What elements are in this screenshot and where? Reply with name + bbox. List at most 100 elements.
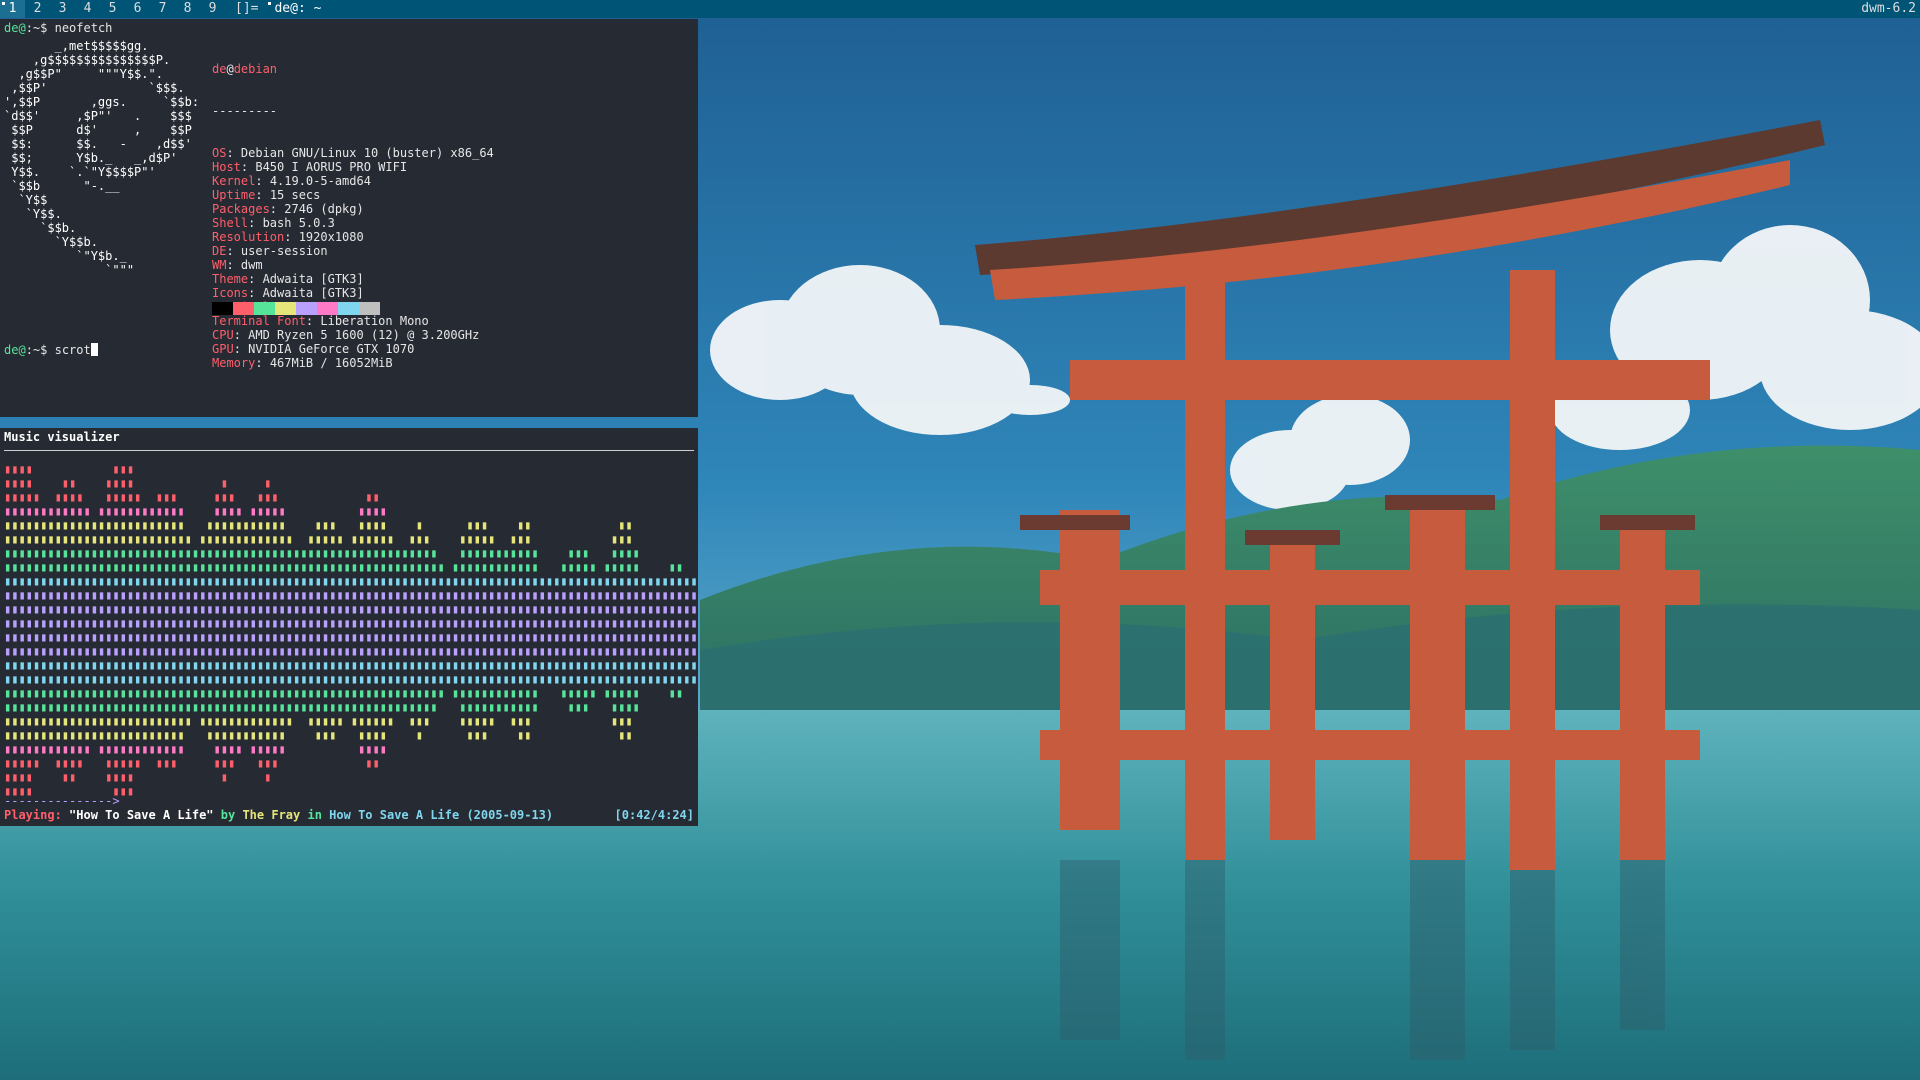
progress-arrow: --------------->: [4, 794, 120, 808]
info-row: Resolution: 1920x1080: [212, 230, 494, 244]
tag-1[interactable]: 1: [0, 0, 25, 18]
info-value: dwm: [240, 258, 263, 272]
info-key: DE: [212, 244, 227, 258]
spectrum-row: ▮▮▮▮▮▮▮▮▮▮▮▮▮▮▮▮▮▮▮▮▮▮▮▮▮▮▮▮▮▮▮▮▮▮▮▮▮▮▮▮…: [4, 672, 698, 686]
color-swatch: [359, 302, 380, 315]
info-key: Theme: [212, 272, 249, 286]
spectrum-row: ▮▮▮▮▮▮▮▮▮▮▮▮▮▮▮▮▮▮▮▮▮▮▮▮▮▮▮▮▮▮▮▮▮▮▮▮▮▮▮▮…: [4, 546, 698, 560]
prompt-user: de@: [4, 21, 26, 35]
terminal-music-visualizer[interactable]: Music visualizer ▮▮▮▮ ▮▮▮ ▮▮▮▮ ▮▮ ▮▮▮▮ ▮…: [0, 428, 698, 826]
header-user: de: [212, 62, 227, 76]
ascii-logo-line: $$: $$. - ,d$$': [4, 137, 192, 151]
spectrum-row: ▮▮▮▮▮▮▮▮▮▮▮▮▮▮▮▮▮▮▮▮▮▮▮▮▮▮▮▮▮▮▮▮▮▮▮▮▮▮▮▮…: [4, 588, 698, 602]
ascii-logo-line: $$P d$' , $$P: [4, 123, 192, 137]
info-key: Shell: [212, 216, 249, 230]
status-text: dwm-6.2: [1861, 1, 1916, 16]
info-value: Liberation Mono: [320, 314, 429, 328]
color-swatch: [233, 302, 254, 315]
spectrum-row: ▮▮▮▮▮▮▮▮▮▮▮▮▮▮▮▮▮▮▮▮▮▮▮▮▮▮▮▮▮▮▮▮▮▮▮▮▮▮▮▮…: [4, 560, 698, 574]
info-row: DE: user-session: [212, 244, 494, 258]
info-value: 15 secs: [269, 188, 321, 202]
spectrum-row: ▮▮▮▮▮▮▮▮▮▮▮▮▮▮▮▮▮▮▮▮▮▮▮▮▮ ▮▮▮▮▮▮▮▮▮▮▮ ▮▮…: [4, 728, 698, 742]
color-swatch: [296, 302, 317, 315]
prompt-path: :~$: [25, 21, 55, 35]
spectrum-row: ▮▮▮▮▮▮▮▮▮▮▮▮▮▮▮▮▮▮▮▮▮▮▮▮▮▮▮▮▮▮▮▮▮▮▮▮▮▮▮▮…: [4, 574, 698, 588]
spectrum-row: ▮▮▮▮▮ ▮▮▮▮ ▮▮▮▮▮ ▮▮▮ ▮▮▮ ▮▮▮ ▮▮: [4, 490, 698, 504]
info-key: Resolution: [212, 230, 285, 244]
spectrum-row: ▮▮▮▮ ▮▮ ▮▮▮▮ ▮ ▮: [4, 770, 698, 784]
layout-symbol[interactable]: []=: [225, 0, 266, 18]
terminal-neofetch[interactable]: de@:~$ neofetch _,met$$$$$gg. ,g$$$$$$$$…: [0, 19, 698, 417]
ascii-logo-line: `$$b.: [4, 221, 77, 235]
info-value: user-session: [240, 244, 328, 258]
text-cursor: [90, 343, 98, 356]
info-value: 467MiB / 16052MiB: [269, 356, 393, 370]
info-colon: :: [255, 174, 270, 188]
info-value: 1920x1080: [298, 230, 364, 244]
info-row: Uptime: 15 secs: [212, 188, 494, 202]
spectrum-row: ▮▮▮▮ ▮▮▮: [4, 462, 698, 476]
info-row: Memory: 467MiB / 16052MiB: [212, 356, 494, 370]
visualizer-title: Music visualizer: [4, 430, 120, 444]
info-colon: :: [269, 202, 285, 216]
spectrum-row: ▮▮▮▮ ▮▮ ▮▮▮▮ ▮ ▮: [4, 476, 698, 490]
window-title: de@: ~: [266, 0, 1861, 18]
spectrum-row: ▮▮▮▮▮ ▮▮▮▮ ▮▮▮▮▮ ▮▮▮ ▮▮▮ ▮▮▮ ▮▮: [4, 756, 698, 770]
artist-name: The Fray: [242, 808, 301, 822]
command-text: scrot: [54, 343, 91, 357]
info-key: Uptime: [212, 188, 256, 202]
info-row: Theme: Adwaita [GTK3]: [212, 272, 494, 286]
ascii-logo-line: ,$$P' `$$$.: [4, 81, 185, 95]
info-value: 4.19.0-5-amd64: [269, 174, 371, 188]
info-separator: ---------: [212, 104, 278, 118]
color-swatch: [212, 302, 233, 315]
ascii-logo-line: Y$$. `.`"Y$$$$P"': [4, 165, 156, 179]
tag-2[interactable]: 2: [25, 0, 50, 18]
ascii-logo-line: `Y$$b.: [4, 235, 98, 249]
spectrum-row: ▮▮▮▮▮▮▮▮▮▮▮▮▮▮▮▮▮▮▮▮▮▮▮▮▮▮ ▮▮▮▮▮▮▮▮▮▮▮▮▮…: [4, 532, 698, 546]
info-colon: :: [255, 188, 270, 202]
spectrum-row: ▮▮▮▮▮▮▮▮▮▮▮▮▮▮▮▮▮▮▮▮▮▮▮▮▮▮▮▮▮▮▮▮▮▮▮▮▮▮▮▮…: [4, 616, 698, 630]
tag-3[interactable]: 3: [50, 0, 75, 18]
tag-7[interactable]: 7: [150, 0, 175, 18]
song-title: "How To Save A Life": [69, 808, 214, 822]
spectrum-bars: ▮▮▮▮ ▮▮▮ ▮▮▮▮ ▮▮ ▮▮▮▮ ▮ ▮ ▮▮▮▮▮ ▮▮▮▮ ▮▮▮…: [4, 462, 698, 798]
ascii-logo-line: _,met$$$$$gg.: [4, 39, 149, 53]
info-value: Debian GNU/Linux 10 (buster) x86_64: [240, 146, 494, 160]
info-key: Terminal Font: [212, 314, 306, 328]
color-swatch: [317, 302, 338, 315]
tag-5[interactable]: 5: [100, 0, 125, 18]
info-row: Shell: bash 5.0.3: [212, 216, 494, 230]
ascii-logo-line: `""": [4, 263, 135, 277]
spectrum-row: ▮▮▮▮▮▮▮▮▮▮▮▮▮▮▮▮▮▮▮▮▮▮▮▮▮▮▮▮▮▮▮▮▮▮▮▮▮▮▮▮…: [4, 644, 698, 658]
info-value: AMD Ryzen 5 1600 (12) @ 3.200GHz: [248, 328, 480, 342]
tag-4[interactable]: 4: [75, 0, 100, 18]
tag-6[interactable]: 6: [125, 0, 150, 18]
tag-9[interactable]: 9: [200, 0, 225, 18]
ascii-logo-line: ',$$P ,ggs. `$$b:: [4, 95, 200, 109]
spectrum-row: ▮▮▮▮▮▮▮▮▮▮▮▮▮▮▮▮▮▮▮▮▮▮▮▮▮▮▮▮▮▮▮▮▮▮▮▮▮▮▮▮…: [4, 630, 698, 644]
debian-ascii-logo: _,met$$$$$gg. ,g$$$$$$$$$$$$$$$P. ,g$$P"…: [4, 39, 199, 277]
info-value: Adwaita [GTK3]: [262, 272, 364, 286]
ascii-logo-line: ,g$$P" """Y$$.".: [4, 67, 163, 81]
dwm-status-bar: 1 2 3 4 5 6 7 8 9 []= de@: ~ dwm-6.2: [0, 0, 1920, 18]
tag-8[interactable]: 8: [175, 0, 200, 18]
ascii-logo-line: `$$b "-.__: [4, 179, 120, 193]
spectrum-row: ▮▮▮▮▮▮▮▮▮▮▮▮ ▮▮▮▮▮▮▮▮▮▮▮▮ ▮▮▮▮ ▮▮▮▮▮ ▮▮▮…: [4, 742, 698, 756]
info-row: Packages: 2746 (dpkg): [212, 202, 494, 216]
prompt-line-1: de@:~$ neofetch: [4, 21, 112, 35]
info-key: Packages: [212, 202, 270, 216]
playing-label: Playing:: [4, 808, 62, 822]
by-label: by: [220, 808, 236, 822]
ascii-logo-line: `Y$$.: [4, 207, 62, 221]
spectrum-row: ▮▮▮▮▮▮▮▮▮▮▮▮▮▮▮▮▮▮▮▮▮▮▮▮▮▮▮▮▮▮▮▮▮▮▮▮▮▮▮▮…: [4, 658, 698, 672]
info-key: CPU: [212, 328, 234, 342]
ascii-logo-line: $$; Y$b._ _,d$P': [4, 151, 178, 165]
info-key: WM: [212, 258, 227, 272]
info-row: CPU: AMD Ryzen 5 1600 (12) @ 3.200GHz: [212, 328, 494, 342]
info-colon: :: [248, 286, 263, 300]
info-key: Icons: [212, 286, 249, 300]
color-swatch: [338, 302, 359, 315]
spectrum-row: ▮▮▮▮▮▮▮▮▮▮▮▮▮▮▮▮▮▮▮▮▮▮▮▮▮ ▮▮▮▮▮▮▮▮▮▮▮ ▮▮…: [4, 518, 698, 532]
title-divider: [4, 450, 694, 451]
